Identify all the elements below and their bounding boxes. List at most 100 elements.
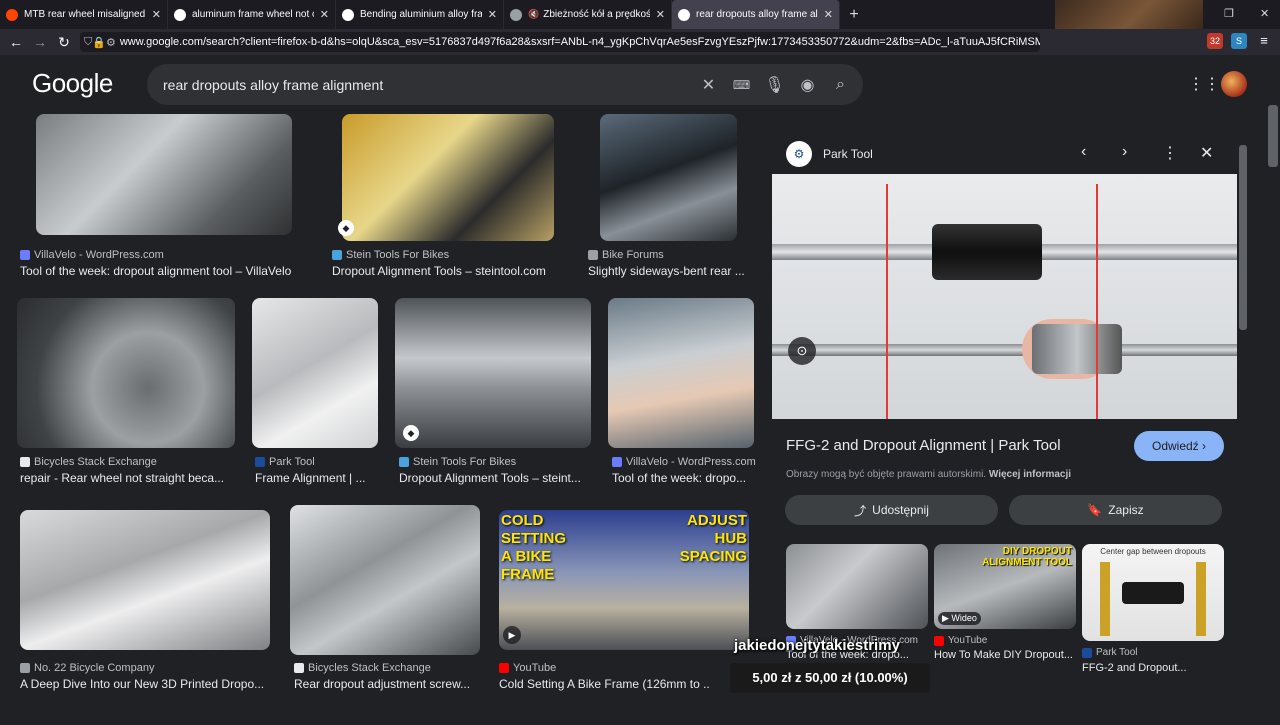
result-title[interactable]: Tool of the week: dropo... [612,471,754,485]
tab-3[interactable]: Bending aluminium alloy frame ✕ [336,0,504,29]
forward-icon[interactable]: → [28,34,52,50]
visual-search-icon[interactable]: ⊙ [788,337,816,365]
result-source[interactable]: Stein Tools For Bikes [399,456,516,468]
result-image-9[interactable] [290,505,480,655]
muted-speaker-icon[interactable]: 🔇 [528,9,539,20]
site-favicon-icon [588,250,598,260]
source-label: Park Tool [269,456,315,468]
url-bar[interactable]: ⛉ 🔒 ⚙ www.google.com/search?client=firef… [80,32,1040,52]
result-source[interactable]: YouTube [499,662,556,674]
result-image-3[interactable] [600,114,737,241]
lock-icon[interactable]: 🔒 [92,36,106,49]
restore-icon[interactable]: ❐ [1224,7,1234,20]
avatar[interactable] [1221,71,1247,97]
result-image-8[interactable] [20,510,270,650]
result-image-4[interactable] [17,298,235,448]
panel-scrollbar[interactable] [1239,145,1247,330]
result-source[interactable]: Stein Tools For Bikes [332,249,449,261]
close-tab-icon[interactable]: ✕ [320,8,329,21]
previous-icon[interactable]: ‹ [1081,143,1086,161]
result-title[interactable]: Tool of the week: dropout alignment tool… [20,264,310,278]
new-tab-button[interactable]: + [840,6,868,24]
source-label: Bicycles Stack Exchange [34,456,157,468]
related-image-3[interactable]: Center gap between dropouts [1082,544,1224,641]
result-source[interactable]: No. 22 Bicycle Company [20,662,154,674]
share-button[interactable]: ⤴ Udostępnij [785,495,998,525]
result-source[interactable]: Bicycles Stack Exchange [20,456,157,468]
site-favicon-icon [20,457,30,467]
result-title[interactable]: Frame Alignment | ... [255,471,380,485]
extension-icon[interactable]: S [1231,33,1247,49]
panel-source[interactable]: Park Tool [823,147,873,161]
google-logo[interactable]: Google [32,68,113,99]
result-image-5[interactable] [252,298,378,448]
more-info-link[interactable]: Więcej informacji [989,469,1071,480]
related-image-1[interactable] [786,544,928,629]
shield-icon[interactable]: ⛉ [84,36,92,49]
related-title[interactable]: FFG-2 and Dropout... [1082,662,1224,674]
source-label: YouTube [948,635,988,646]
park-tool-logo-icon[interactable]: ⚙ [786,141,812,167]
search-icon[interactable]: ⌕ [824,76,857,94]
clear-icon[interactable]: ✕ [692,75,725,95]
lens-icon[interactable]: ◉ [791,75,824,95]
result-image-7[interactable] [608,298,754,448]
panel-title[interactable]: FFG-2 and Dropout Alignment | Park Tool [786,437,1061,454]
extension-badge-icon[interactable]: 32 [1207,33,1223,49]
close-tab-icon[interactable]: ✕ [656,8,665,21]
google-icon [174,8,186,21]
close-tab-icon[interactable]: ✕ [824,8,833,21]
result-source[interactable]: Bike Forums [588,249,664,261]
result-title[interactable]: repair - Rear wheel not straight beca... [20,471,235,485]
result-title[interactable]: Dropout Alignment Tools – steintool.com [332,264,572,278]
keyboard-icon[interactable]: ⌨ [725,78,758,92]
result-image-1[interactable] [36,114,292,235]
result-image-6[interactable] [395,298,591,448]
thumbnail-text-right: ADJUST HUB SPACING [679,512,747,565]
permissions-icon[interactable]: ⚙ [106,36,116,49]
tab-title: MTB rear wheel misaligned - ho [24,9,146,20]
reload-icon[interactable]: ↻ [52,34,76,51]
more-options-icon[interactable]: ⋮ [1162,143,1178,163]
close-window-icon[interactable]: ✕ [1260,7,1269,20]
tab-1[interactable]: MTB rear wheel misaligned - ho ✕ [0,0,168,29]
result-title[interactable]: Cold Setting A Bike Frame (126mm to ... [499,677,709,691]
result-source[interactable]: VillaVelo - WordPress.com [612,456,756,468]
page-scrollbar[interactable] [1268,105,1278,167]
preview-image[interactable] [772,174,1237,419]
save-button[interactable]: 🔖 Zapisz [1009,495,1222,525]
result-title[interactable]: Slightly sideways-bent rear ... [588,264,753,278]
site-favicon-icon [20,663,30,673]
result-title[interactable]: Rear dropout adjustment screw... [294,677,480,691]
visit-button[interactable]: Odwiedź › [1134,431,1224,461]
search-input[interactable]: rear dropouts alloy frame alignment [163,77,692,93]
product-tag-icon: ◆ [338,220,354,236]
close-icon[interactable]: ✕ [1200,143,1213,163]
tab-4[interactable]: 🔇 Zbieżność kół a prędkość ✕ [504,0,672,29]
result-source[interactable]: Bicycles Stack Exchange [294,662,431,674]
result-title[interactable]: Dropout Alignment Tools – steint... [399,471,591,485]
result-title[interactable]: A Deep Dive Into our New 3D Printed Drop… [20,677,270,691]
result-video-thumbnail[interactable]: COLD SETTING A BIKE FRAME ADJUST HUB SPA… [499,510,749,650]
related-source[interactable]: YouTube [934,635,987,646]
result-source[interactable]: VillaVelo - WordPress.com [20,249,164,261]
back-icon[interactable]: ← [4,34,28,50]
related-title[interactable]: How To Make DIY Dropout... [934,649,1076,661]
close-tab-icon[interactable]: ✕ [488,8,497,21]
result-image-2[interactable] [342,114,554,241]
tab-2[interactable]: aluminum frame wheel not cent ✕ [168,0,336,29]
related-image-2[interactable]: DIY DROPOUT ALIGNMENT TOOL ▶ Wideo [934,544,1076,629]
tab-title: Zbieżność kół a prędkość [543,9,650,20]
result-source[interactable]: Park Tool [255,456,315,468]
tab-5-active[interactable]: rear dropouts alloy frame align ✕ [672,0,840,29]
close-tab-icon[interactable]: ✕ [152,8,161,21]
menu-icon[interactable]: ≡ [1256,33,1272,49]
search-box[interactable]: rear dropouts alloy frame alignment ✕ ⌨ … [147,64,863,105]
related-source[interactable]: Park Tool [1082,647,1138,658]
microphone-icon[interactable]: 🎙 [758,75,791,95]
red-guide-line [886,184,888,419]
next-icon[interactable]: › [1122,143,1127,161]
video-label: Wideo [951,613,977,623]
google-icon [342,8,354,21]
play-icon: ▶ [503,626,521,644]
